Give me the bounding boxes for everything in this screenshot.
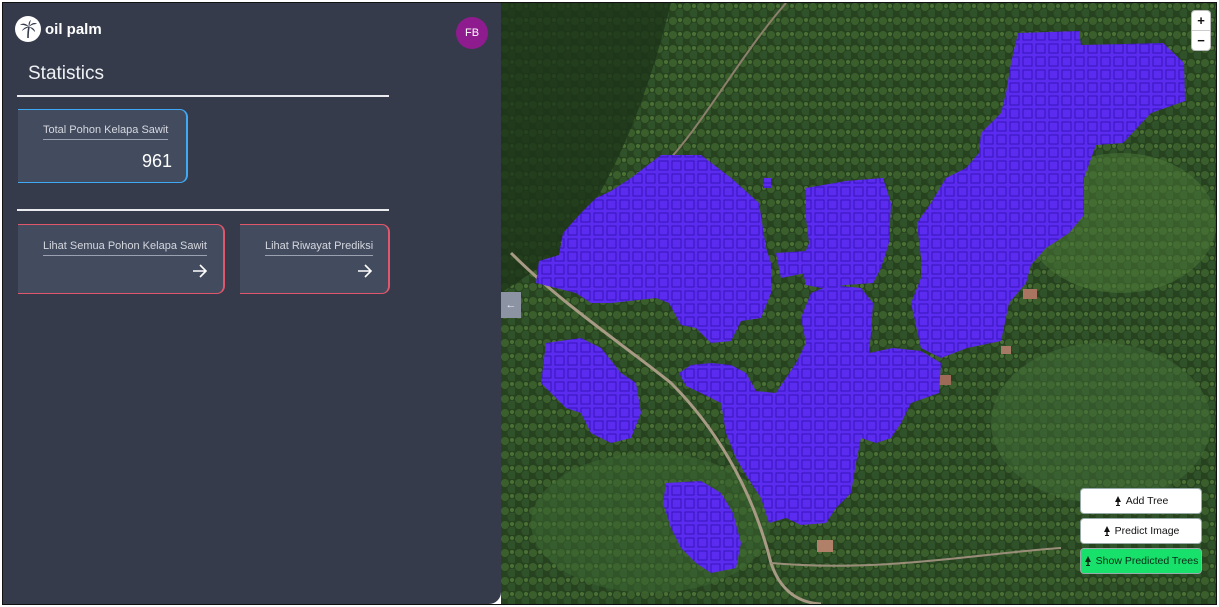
view-all-trees-label: Lihat Semua Pohon Kelapa Sawit — [43, 240, 207, 256]
brand[interactable]: oil palm — [15, 16, 102, 42]
arrow-right-icon — [358, 264, 373, 278]
prediction-history-label: Lihat Riwayat Prediksi — [265, 240, 374, 256]
zoom-controls: + − — [1192, 11, 1210, 50]
arrow-left-icon: ← — [505, 299, 517, 311]
show-predicted-trees-button[interactable]: Show Predicted Trees — [1081, 549, 1201, 573]
add-tree-label: Add Tree — [1125, 495, 1169, 507]
total-trees-value: 961 — [141, 151, 172, 171]
total-trees-label: Total Pohon Kelapa Sawit — [43, 124, 169, 140]
prediction-history-card[interactable]: Lihat Riwayat Prediksi — [240, 224, 390, 294]
view-all-trees-card[interactable]: Lihat Semua Pohon Kelapa Sawit — [18, 224, 225, 294]
tree-icon — [1114, 496, 1121, 506]
predict-image-button[interactable]: Predict Image — [1081, 519, 1201, 543]
tree-icon — [1103, 526, 1110, 536]
total-trees-card: Total Pohon Kelapa Sawit 961 — [18, 109, 188, 183]
add-tree-button[interactable]: Add Tree — [1081, 489, 1201, 513]
divider — [17, 209, 389, 211]
zoom-in-button[interactable]: + — [1192, 11, 1210, 30]
zoom-out-button[interactable]: − — [1192, 30, 1210, 50]
satellite-imagery — [501, 3, 1216, 604]
app-frame: oil palm FB Statistics Total Pohon Kelap… — [2, 2, 1217, 605]
collapse-sidebar-button[interactable]: ← — [501, 292, 521, 318]
sidebar: oil palm FB Statistics Total Pohon Kelap… — [3, 3, 501, 604]
palm-tree-icon — [15, 16, 41, 42]
avatar[interactable]: FB — [456, 17, 488, 49]
page-title: Statistics — [28, 63, 105, 84]
tree-icon — [1084, 556, 1091, 566]
arrow-right-icon — [193, 264, 208, 278]
show-predicted-trees-label: Show Predicted Trees — [1095, 555, 1199, 567]
divider — [17, 95, 389, 97]
satellite-map[interactable]: + − Add Tree Predict Image Show Predicte… — [501, 3, 1216, 604]
predict-image-label: Predict Image — [1114, 525, 1180, 537]
brand-name: oil palm — [45, 20, 102, 38]
